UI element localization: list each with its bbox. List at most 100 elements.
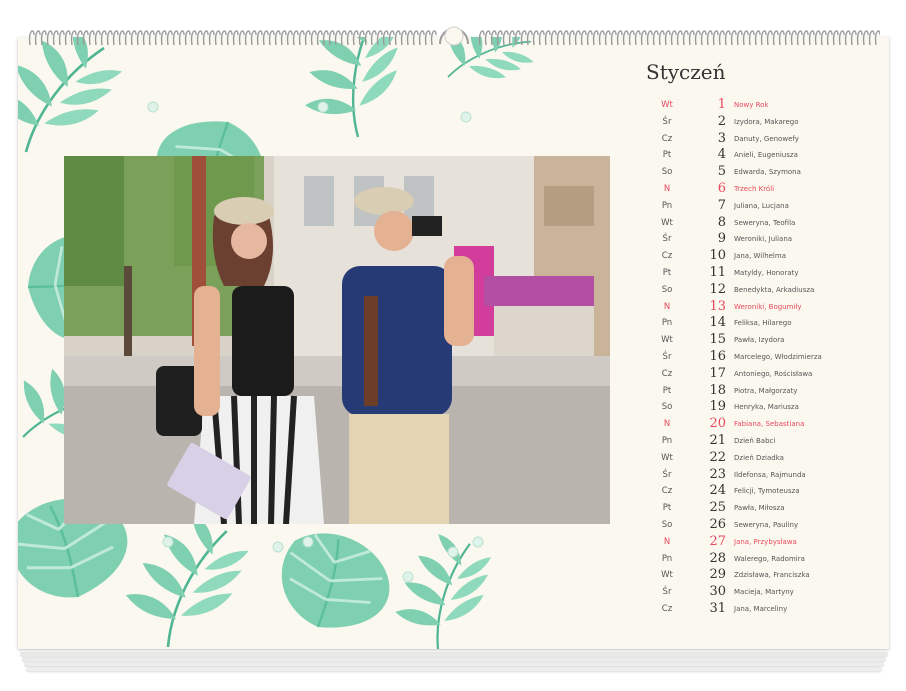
- day-row: So 12 Benedykta, Arkadiusza: [650, 282, 870, 298]
- spiral-coil: [742, 30, 749, 46]
- weekday-label: Pn: [661, 436, 673, 446]
- spiral-coil: [592, 30, 599, 46]
- day-row: Śr 9 Weroniki, Juliana: [650, 231, 870, 247]
- spiral-coil: [520, 30, 527, 46]
- spiral-coil: [142, 30, 149, 46]
- name-day-label: Nowy Rok: [734, 101, 769, 109]
- name-day-label: Ildefonsa, Rajmunda: [734, 470, 806, 479]
- spiral-coil: [640, 30, 647, 46]
- spiral-coil: [214, 30, 221, 46]
- weekday-label: Cz: [661, 486, 673, 497]
- spiral-coil: [730, 30, 737, 46]
- spiral-coil: [388, 30, 395, 46]
- spiral-coil: [838, 30, 845, 46]
- spiral-coil: [568, 30, 575, 46]
- name-day-label: Macieja, Martyny: [734, 588, 794, 597]
- day-row: Pn 7 Juliana, Lucjana: [650, 198, 870, 214]
- day-row: Wt 22 Dzień Dziadka: [650, 450, 870, 466]
- weekday-label: N: [663, 301, 671, 312]
- day-row: N 27 Jana, Przybysława: [650, 534, 870, 550]
- spiral-coil: [238, 30, 245, 46]
- spiral-coil: [760, 30, 767, 46]
- spiral-coil: [502, 30, 509, 46]
- spiral-coil: [226, 30, 233, 46]
- weekday-label: Cz: [661, 604, 673, 614]
- spiral-coil: [322, 30, 329, 46]
- spiral-coil: [646, 30, 653, 46]
- spiral-coil: [166, 30, 173, 46]
- spiral-coil: [808, 30, 815, 46]
- spiral-coil: [274, 30, 281, 46]
- water-drop-icon: [302, 536, 314, 548]
- spiral-coil: [628, 30, 635, 46]
- day-row: Cz 24 Felicji, Tymoteusza: [650, 483, 870, 499]
- monstera-leaf-icon: [271, 524, 399, 640]
- day-row: Cz 10 Jana, Wilhelma: [650, 248, 870, 264]
- spiral-coil: [94, 30, 101, 46]
- name-day-label: Dzień Babci: [734, 437, 776, 445]
- weekday-label: Cz: [661, 133, 673, 144]
- spiral-coil: [526, 30, 533, 46]
- name-day-label: Anieli, Eugeniusza: [734, 151, 798, 160]
- spiral-coil: [694, 30, 701, 46]
- name-day-label: Feliksa, Hilarego: [734, 319, 792, 328]
- spiral-coil: [298, 30, 305, 46]
- spiral-coil: [280, 30, 287, 46]
- hanger-hook-icon: [439, 26, 469, 46]
- page-stack-edge: [20, 652, 888, 656]
- spiral-coil: [418, 30, 425, 46]
- spiral-coil: [352, 30, 359, 46]
- spiral-coil: [598, 30, 605, 46]
- day-number: 27: [709, 533, 726, 549]
- spiral-coil: [28, 30, 35, 46]
- name-day-label: Jana, Marceliny: [734, 605, 788, 613]
- water-drop-icon: [402, 571, 414, 583]
- spiral-coil: [364, 30, 371, 46]
- weekday-label: Wt: [661, 100, 673, 110]
- spiral-coil: [106, 30, 113, 46]
- spiral-coil: [358, 30, 365, 46]
- spiral-coil: [130, 30, 137, 46]
- name-day-label: Marcelego, Włodzimierza: [734, 353, 822, 361]
- weekday-label: N: [663, 536, 671, 547]
- name-day-label: Walerego, Radomira: [734, 554, 805, 563]
- day-row: N 20 Fabiana, Sebastiana: [650, 416, 870, 432]
- spiral-coil: [310, 30, 317, 46]
- spiral-coil: [754, 30, 761, 46]
- day-row: So 5 Edwarda, Szymona: [650, 164, 870, 180]
- spiral-coil: [556, 30, 563, 46]
- name-day-label: Piotra, Małgorzaty: [734, 386, 798, 395]
- spiral-coil: [394, 30, 401, 46]
- spiral-coil: [688, 30, 695, 46]
- spiral-coil: [832, 30, 839, 46]
- calendar-photo: [64, 156, 610, 524]
- day-number: 31: [709, 601, 726, 616]
- day-row: Pt 11 Matyldy, Honoraty: [650, 265, 870, 281]
- day-row: Cz 3 Danuty, Genowefy: [650, 131, 870, 147]
- spiral-coil: [496, 30, 503, 46]
- page-stack-edge: [24, 662, 884, 666]
- day-number: 28: [709, 550, 726, 566]
- palm-leaf-icon: [374, 518, 516, 649]
- spiral-coil: [784, 30, 791, 46]
- day-number: 16: [709, 349, 726, 364]
- spiral-coil: [712, 30, 719, 46]
- name-day-label: Jana, Wilhelma: [734, 252, 786, 261]
- spiral-coil: [124, 30, 131, 46]
- weekday-label: So: [661, 520, 673, 530]
- spiral-coil: [190, 30, 197, 46]
- spiral-coil: [100, 30, 107, 46]
- spiral-coil: [652, 30, 659, 46]
- day-row: Pn 21 Dzień Babci: [650, 433, 870, 449]
- day-number: 12: [709, 281, 726, 297]
- weekday-label: Cz: [661, 251, 673, 262]
- spiral-coil: [340, 30, 347, 46]
- day-number: 25: [709, 500, 726, 516]
- day-number: 30: [709, 584, 726, 600]
- spiral-coil: [70, 30, 77, 46]
- spiral-coil: [478, 30, 485, 46]
- spiral-coil: [658, 30, 665, 46]
- day-number: 26: [709, 517, 726, 532]
- name-day-label: Matyldy, Honoraty: [734, 269, 799, 277]
- spiral-coil: [514, 30, 521, 46]
